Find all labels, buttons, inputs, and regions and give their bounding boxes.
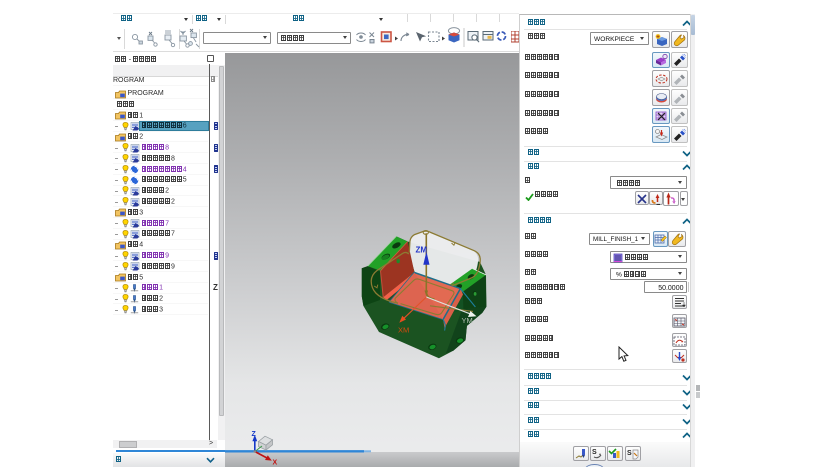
svg-text:X: X [273,460,278,467]
svg-text:Z: Z [252,431,257,438]
svg-text:XM: XM [398,326,409,335]
svg-text:YM: YM [462,316,473,325]
svg-text:S: S [627,450,632,457]
svg-text:ZM: ZM [416,246,428,255]
svg-text:S: S [592,449,597,456]
